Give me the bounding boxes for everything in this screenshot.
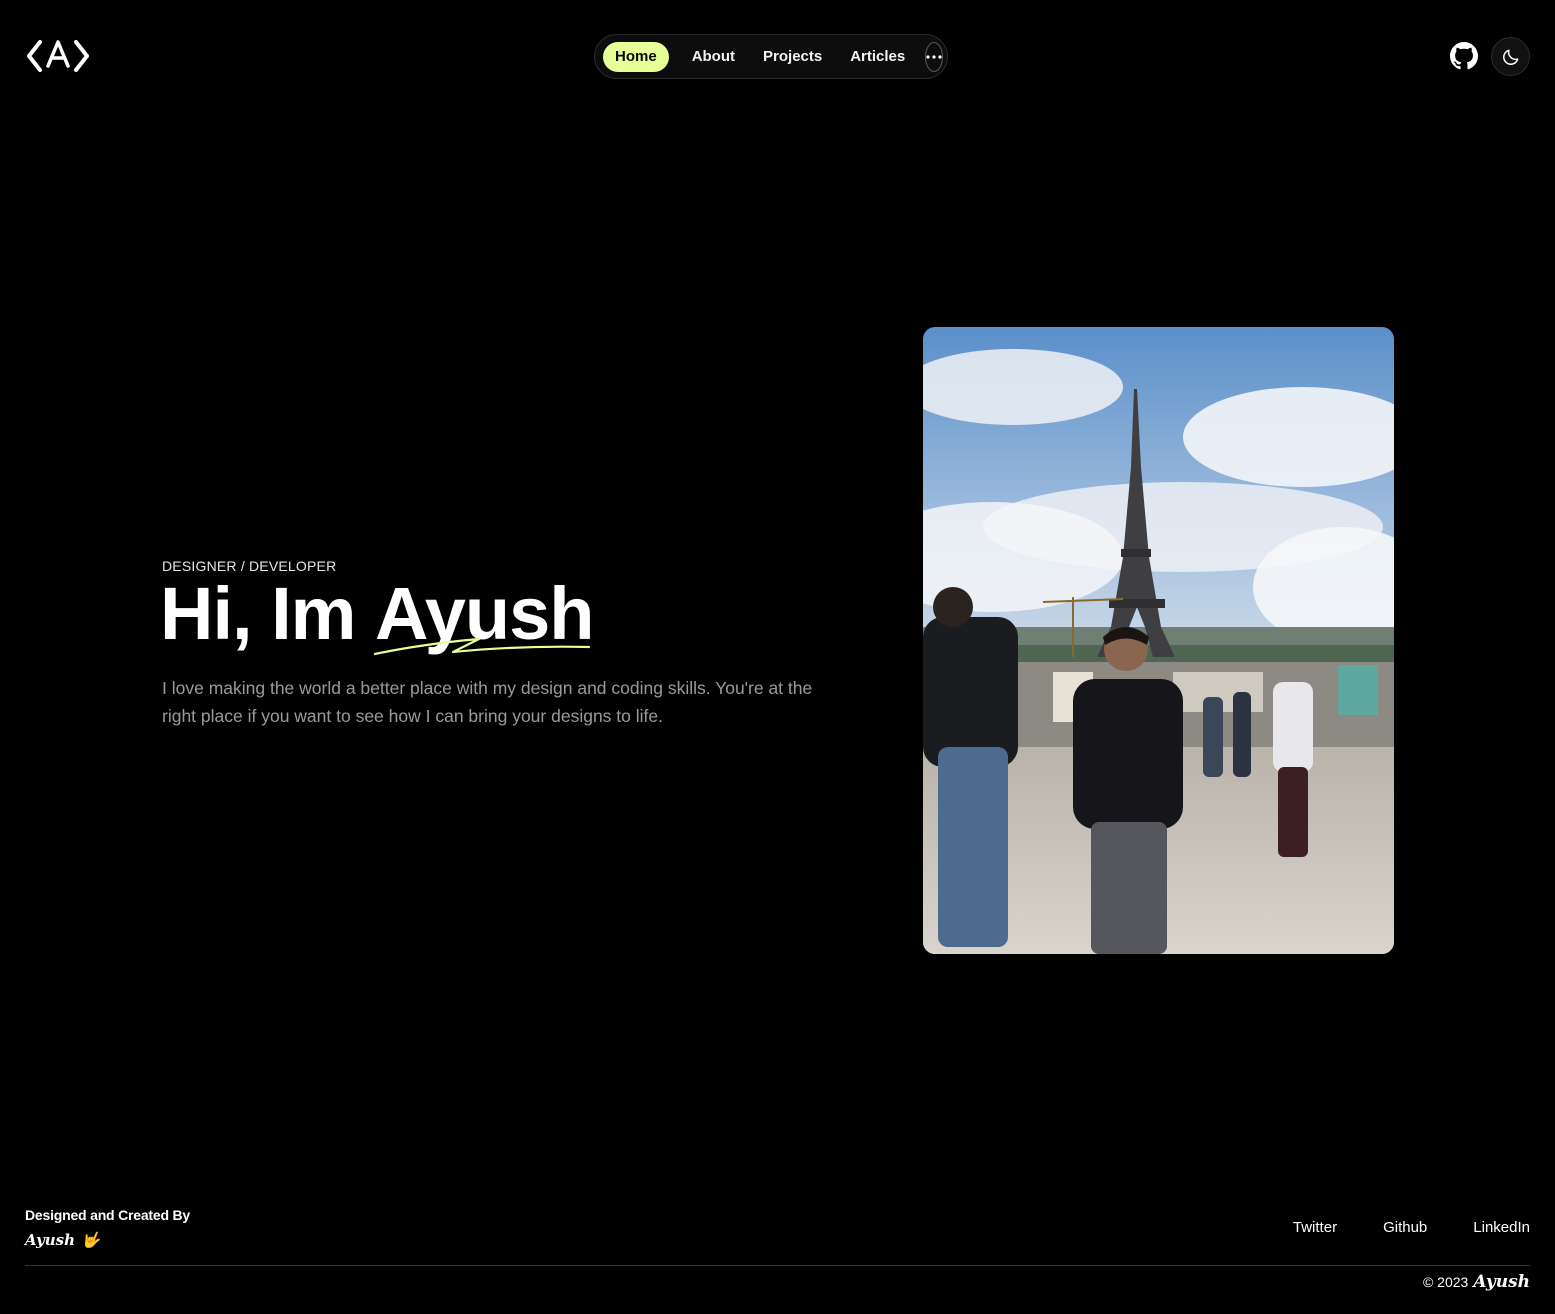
- footer-signature-name: Ayush: [25, 1231, 76, 1249]
- nav-item-about[interactable]: About: [680, 42, 747, 72]
- footer-link-twitter[interactable]: Twitter: [1293, 1219, 1337, 1236]
- nav-item-articles[interactable]: Articles: [838, 42, 917, 72]
- eiffel-tower-photo-image: [923, 327, 1394, 954]
- footer-links: Twitter Github LinkedIn: [1293, 1219, 1530, 1236]
- hero-description: I love making the world a better place w…: [162, 678, 813, 726]
- moon-icon: [1502, 49, 1518, 65]
- github-link[interactable]: [1450, 42, 1478, 70]
- copyright: © 2023 Ayush: [1423, 1272, 1530, 1292]
- ellipsis-icon: [926, 54, 942, 59]
- nav-item-projects[interactable]: Projects: [751, 42, 834, 72]
- theme-toggle-button[interactable]: [1491, 37, 1530, 76]
- footer-link-github[interactable]: Github: [1383, 1219, 1427, 1236]
- nav-more-button[interactable]: [925, 41, 944, 72]
- main-nav: Home About Projects Articles: [594, 34, 948, 79]
- footer-signature: Ayush 🤟: [25, 1231, 100, 1249]
- code-bracket-a-logo-icon: [27, 40, 89, 72]
- footer-link-linkedin[interactable]: LinkedIn: [1473, 1219, 1530, 1236]
- site-logo[interactable]: [26, 38, 90, 74]
- name-underline-scribble: [373, 637, 591, 656]
- profile-photo: [923, 327, 1394, 954]
- hero-title-prefix: Hi, Im: [160, 572, 376, 655]
- rock-hand-emoji-icon: 🤟: [81, 1231, 100, 1249]
- footer-credit-text: Designed and Created By: [25, 1207, 190, 1223]
- footer-divider: [25, 1265, 1530, 1266]
- copyright-name: Ayush: [1473, 1272, 1530, 1292]
- copyright-text: © 2023: [1422, 1274, 1469, 1290]
- github-icon: [1450, 42, 1478, 70]
- nav-item-home[interactable]: Home: [603, 41, 669, 72]
